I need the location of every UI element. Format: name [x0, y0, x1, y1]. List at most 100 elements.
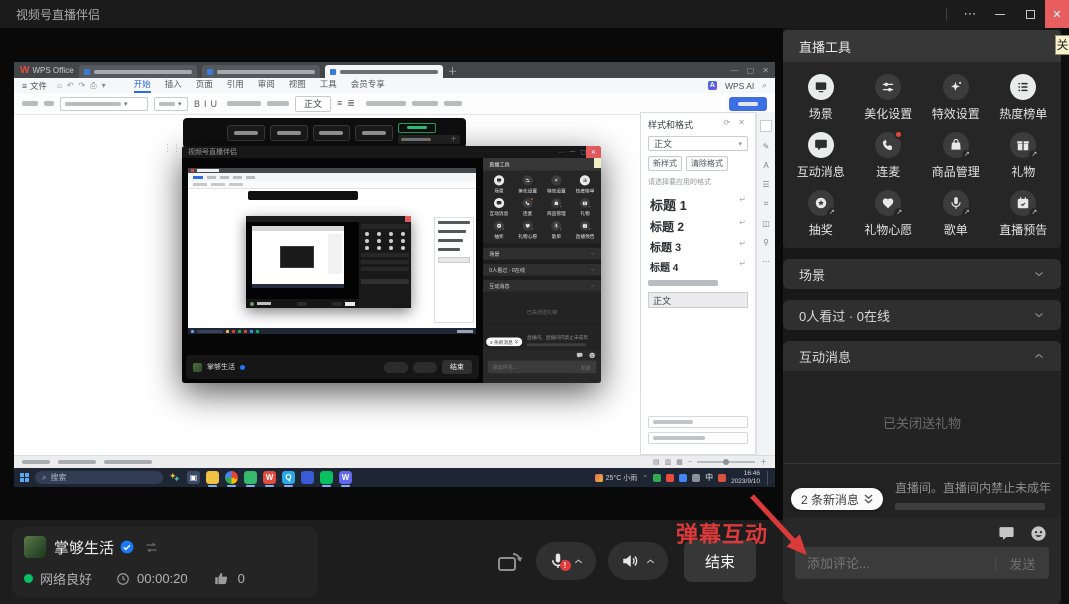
- wps-ribbon-tab: 开始: [134, 78, 151, 93]
- product-bag-icon: ↗: [551, 198, 561, 208]
- style-item: 标题 3: [648, 237, 748, 257]
- minimize-button[interactable]: [985, 0, 1015, 28]
- comment-input[interactable]: [795, 556, 995, 571]
- task-view-icon: ▣: [187, 471, 200, 484]
- wps-logo: WWPS Office: [20, 65, 74, 76]
- tool-product-bag[interactable]: ↗商品管理: [923, 132, 989, 180]
- red-dot-badge: [530, 197, 534, 201]
- tools-grid: 场景美化设置特效设置热度榜单互动消息连麦↗商品管理↗礼物↗抽奖↗礼物心愿↗歌单↗…: [483, 171, 601, 244]
- toggle-camera-button[interactable]: [497, 550, 524, 572]
- tool-wish-heart[interactable]: ↗ 礼物心愿: [855, 190, 921, 238]
- wps-window-buttons: —▢✕: [731, 66, 769, 75]
- chevron-down-icon: [590, 251, 595, 256]
- chevron-up-icon: [1033, 350, 1045, 362]
- close-button[interactable]: ✕: [1045, 0, 1069, 28]
- chevron-up-icon[interactable]: [645, 556, 656, 567]
- nested-end-button: 结束: [442, 360, 472, 374]
- preview-stage: WWPS Office ＋ —▢✕ ≡文件 ⌂↶↷⎙▾ 开始插入页面引用审阅视图…: [0, 28, 783, 520]
- taskbar-app-icons: ▣ W Q W: [187, 471, 352, 484]
- close-tooltip: 关: [1055, 35, 1069, 55]
- tool-gift-box[interactable]: ↗礼物: [990, 132, 1056, 180]
- tools-grid: 场景美化设置特效设置热度榜单互动消息连麦↗商品管理↗礼物↗抽奖↗礼物心愿↗歌单↗…: [783, 62, 1061, 248]
- window-title: 视频号直播伴侣: [16, 6, 100, 23]
- beauty-sliders-icon: [875, 74, 901, 100]
- chat-bubble-icon: [576, 352, 583, 359]
- tool-scene-monitor[interactable]: 场景: [788, 74, 854, 122]
- send-button[interactable]: 发送: [996, 554, 1049, 573]
- tool-label: 礼物心愿: [518, 233, 537, 240]
- stream-duration: 00:00:20: [137, 571, 188, 586]
- tool-scene-monitor: 场景: [486, 175, 512, 194]
- wps-ribbon-tab: 插入: [165, 78, 182, 93]
- double-chevron-down-icon: [864, 494, 873, 505]
- microphone-button[interactable]: !: [536, 542, 596, 580]
- preview-calendar-icon: ↗: [580, 221, 590, 231]
- network-status-text: 网络良好: [40, 569, 92, 588]
- screen-share-preview: WWPS Office ＋ —▢✕ ≡文件 ⌂↶↷⎙▾ 开始插入页面引用审阅视图…: [14, 62, 775, 487]
- section-scene[interactable]: 场景: [783, 259, 1061, 289]
- app-icon-green: [244, 471, 257, 484]
- external-arrow-icon: ↗: [1029, 208, 1039, 218]
- bottom-control-bar: 掌够生活 网络良好 00:00:20 0 !: [0, 520, 783, 604]
- more-menu-button[interactable]: ⋯: [955, 0, 985, 28]
- tool-comic-phone[interactable]: 连麦: [855, 132, 921, 180]
- tool-label: 美化设置: [518, 187, 537, 194]
- wps-style-gallery: 正文: [295, 96, 331, 112]
- message-chat-icon: [808, 132, 834, 158]
- external-arrow-icon: ↗: [894, 208, 904, 218]
- tool-label: 场景: [809, 105, 833, 122]
- ranking-list-icon: [580, 175, 590, 185]
- wps-ribbon-tab: 工具: [320, 78, 337, 93]
- tool-label: 互动消息: [797, 163, 845, 180]
- comic-phone-icon: [523, 198, 533, 208]
- comment-input: [488, 364, 574, 370]
- wps-zoom-controls: ▤▥▦−＋: [653, 457, 767, 467]
- tool-beauty-sliders[interactable]: 美化设置: [855, 74, 921, 122]
- messages-body: 已关闭送礼物 直播间。直播间内禁止未成年 2 条新消息: [483, 292, 601, 350]
- new-messages-pill[interactable]: 2 条新消息: [791, 488, 883, 510]
- wps-new-tab-icon: ＋: [448, 63, 458, 78]
- live-tools-sidebar: 直播工具 场景美化设置特效设置热度榜单互动消息连麦↗商品管理↗礼物↗抽奖↗礼物心…: [483, 158, 601, 383]
- style-items-list: 标题 1标题 2标题 3标题 4: [648, 193, 748, 276]
- section-messages-header[interactable]: 互动消息: [783, 341, 1061, 371]
- tool-effects-sparkle[interactable]: 特效设置: [923, 74, 989, 122]
- comic-phone-icon: [875, 132, 901, 158]
- tool-playlist-mic[interactable]: ↗歌单: [923, 190, 989, 238]
- tool-label: 礼物心愿: [864, 221, 912, 238]
- section-scene: 场景: [483, 248, 601, 260]
- wps-status-bar: ▤▥▦−＋: [14, 455, 775, 468]
- chevron-down-icon: [1033, 309, 1045, 321]
- tool-message-chat[interactable]: 互动消息: [788, 132, 854, 180]
- styles-panel-title: 样式和格式⟳ ✕: [648, 118, 748, 131]
- emoji-smiley-icon[interactable]: [1030, 525, 1047, 542]
- chevron-up-icon[interactable]: [573, 556, 584, 567]
- chat-bubble-icon[interactable]: [998, 525, 1015, 542]
- wps-file-menu: ≡文件: [22, 80, 47, 92]
- wps-tab-bar: WWPS Office ＋ —▢✕: [14, 62, 775, 78]
- mic-alert-badge: !: [560, 560, 571, 571]
- switch-account-icon[interactable]: [144, 541, 159, 554]
- tool-ranking-list[interactable]: 热度榜单: [990, 74, 1056, 122]
- external-arrow-icon: ↗: [587, 228, 591, 232]
- wps-ribbon-tab: 视图: [289, 78, 306, 93]
- nested-preview-area: 掌够生活 结束: [182, 158, 483, 383]
- gift-box-icon: ↗: [1010, 132, 1036, 158]
- section-viewers[interactable]: 0人看过 · 0在线: [783, 300, 1061, 330]
- tool-lottery-star[interactable]: ↗抽奖: [788, 190, 854, 238]
- tool-lottery-star: ↗抽奖: [486, 221, 512, 240]
- thumbs-up-icon: [214, 571, 229, 586]
- tray-icon: [692, 474, 700, 482]
- speaker-button[interactable]: [608, 542, 668, 580]
- external-arrow-icon: ↗: [559, 205, 563, 209]
- new-messages-pill: 2 条新消息: [486, 338, 522, 347]
- tool-preview-calendar[interactable]: ↗直播预告: [990, 190, 1056, 238]
- external-arrow-icon: ↗: [501, 228, 505, 232]
- broadcast-info-box: 掌够生活 网络良好 00:00:20 0: [12, 527, 318, 597]
- nested-nested-window: [246, 216, 411, 308]
- maximize-button[interactable]: [1015, 0, 1045, 28]
- wish-heart-icon: ↗: [875, 190, 901, 216]
- wps-taskbar-icon: W: [263, 471, 276, 484]
- app-icon-purple: W: [339, 471, 352, 484]
- external-arrow-icon: ↗: [530, 228, 534, 232]
- composer-icons: [783, 518, 1061, 542]
